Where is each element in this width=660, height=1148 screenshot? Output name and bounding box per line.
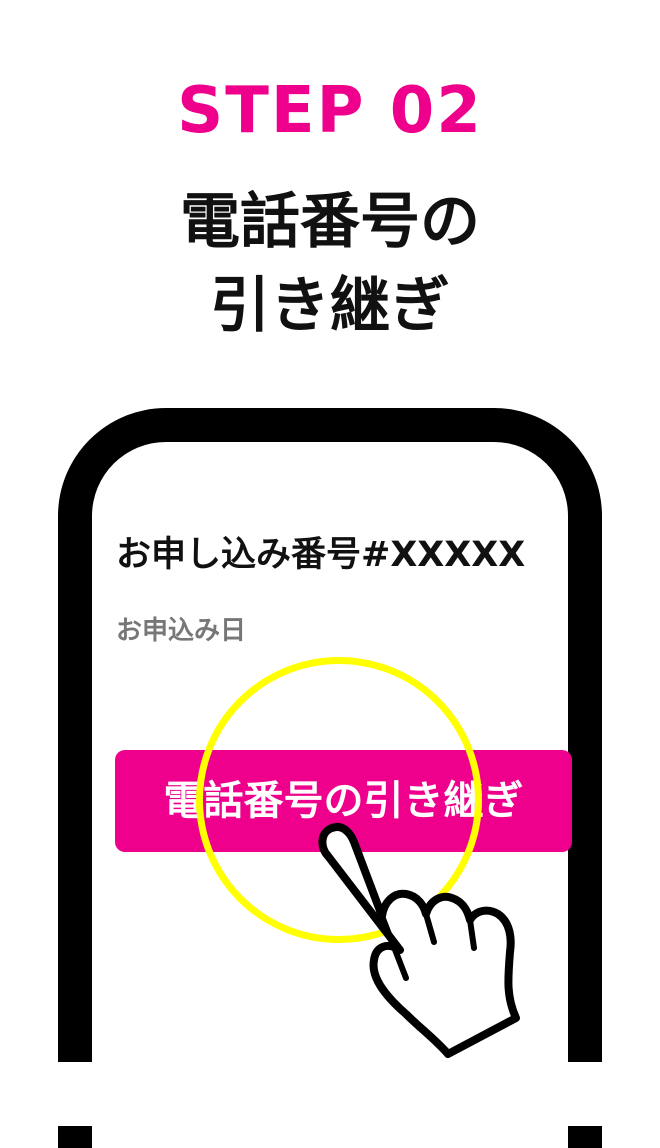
step-title-line-1: 電話番号の bbox=[180, 187, 480, 257]
phone-frame-bottom-cut bbox=[0, 1062, 660, 1126]
step-title-line-2: 引き継ぎ bbox=[210, 271, 450, 341]
step-title: 電話番号の 引き継ぎ bbox=[0, 180, 660, 348]
order-number: お申し込み番号#XXXXX bbox=[116, 535, 526, 575]
step-label: STEP 02 bbox=[177, 74, 483, 148]
order-date-label: お申込み日 bbox=[116, 616, 247, 646]
phone-number-transfer-button[interactable]: 電話番号の引き継ぎ bbox=[115, 750, 572, 852]
